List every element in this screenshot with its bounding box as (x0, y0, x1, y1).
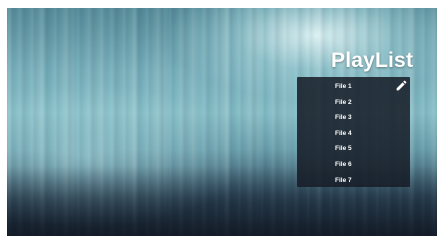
list-item-file-4[interactable]: File 4 (297, 126, 410, 142)
list-item-file-7[interactable]: File 7 (297, 173, 410, 189)
list-item-file-2[interactable]: File 2 (297, 95, 410, 111)
list-item-file-5[interactable]: File 5 (297, 141, 410, 157)
screen: PlayList File 1 File 2 File 3 File 4 Fil… (0, 0, 442, 244)
list-item-file-6[interactable]: File 6 (297, 157, 410, 173)
list-item-file-3[interactable]: File 3 (297, 110, 410, 126)
playlist-title: PlayList (331, 49, 414, 72)
playlist-file-list: File 1 File 2 File 3 File 4 File 5 File … (297, 79, 410, 188)
playlist-panel: File 1 File 2 File 3 File 4 File 5 File … (297, 77, 410, 187)
list-item-file-1[interactable]: File 1 (297, 79, 410, 95)
